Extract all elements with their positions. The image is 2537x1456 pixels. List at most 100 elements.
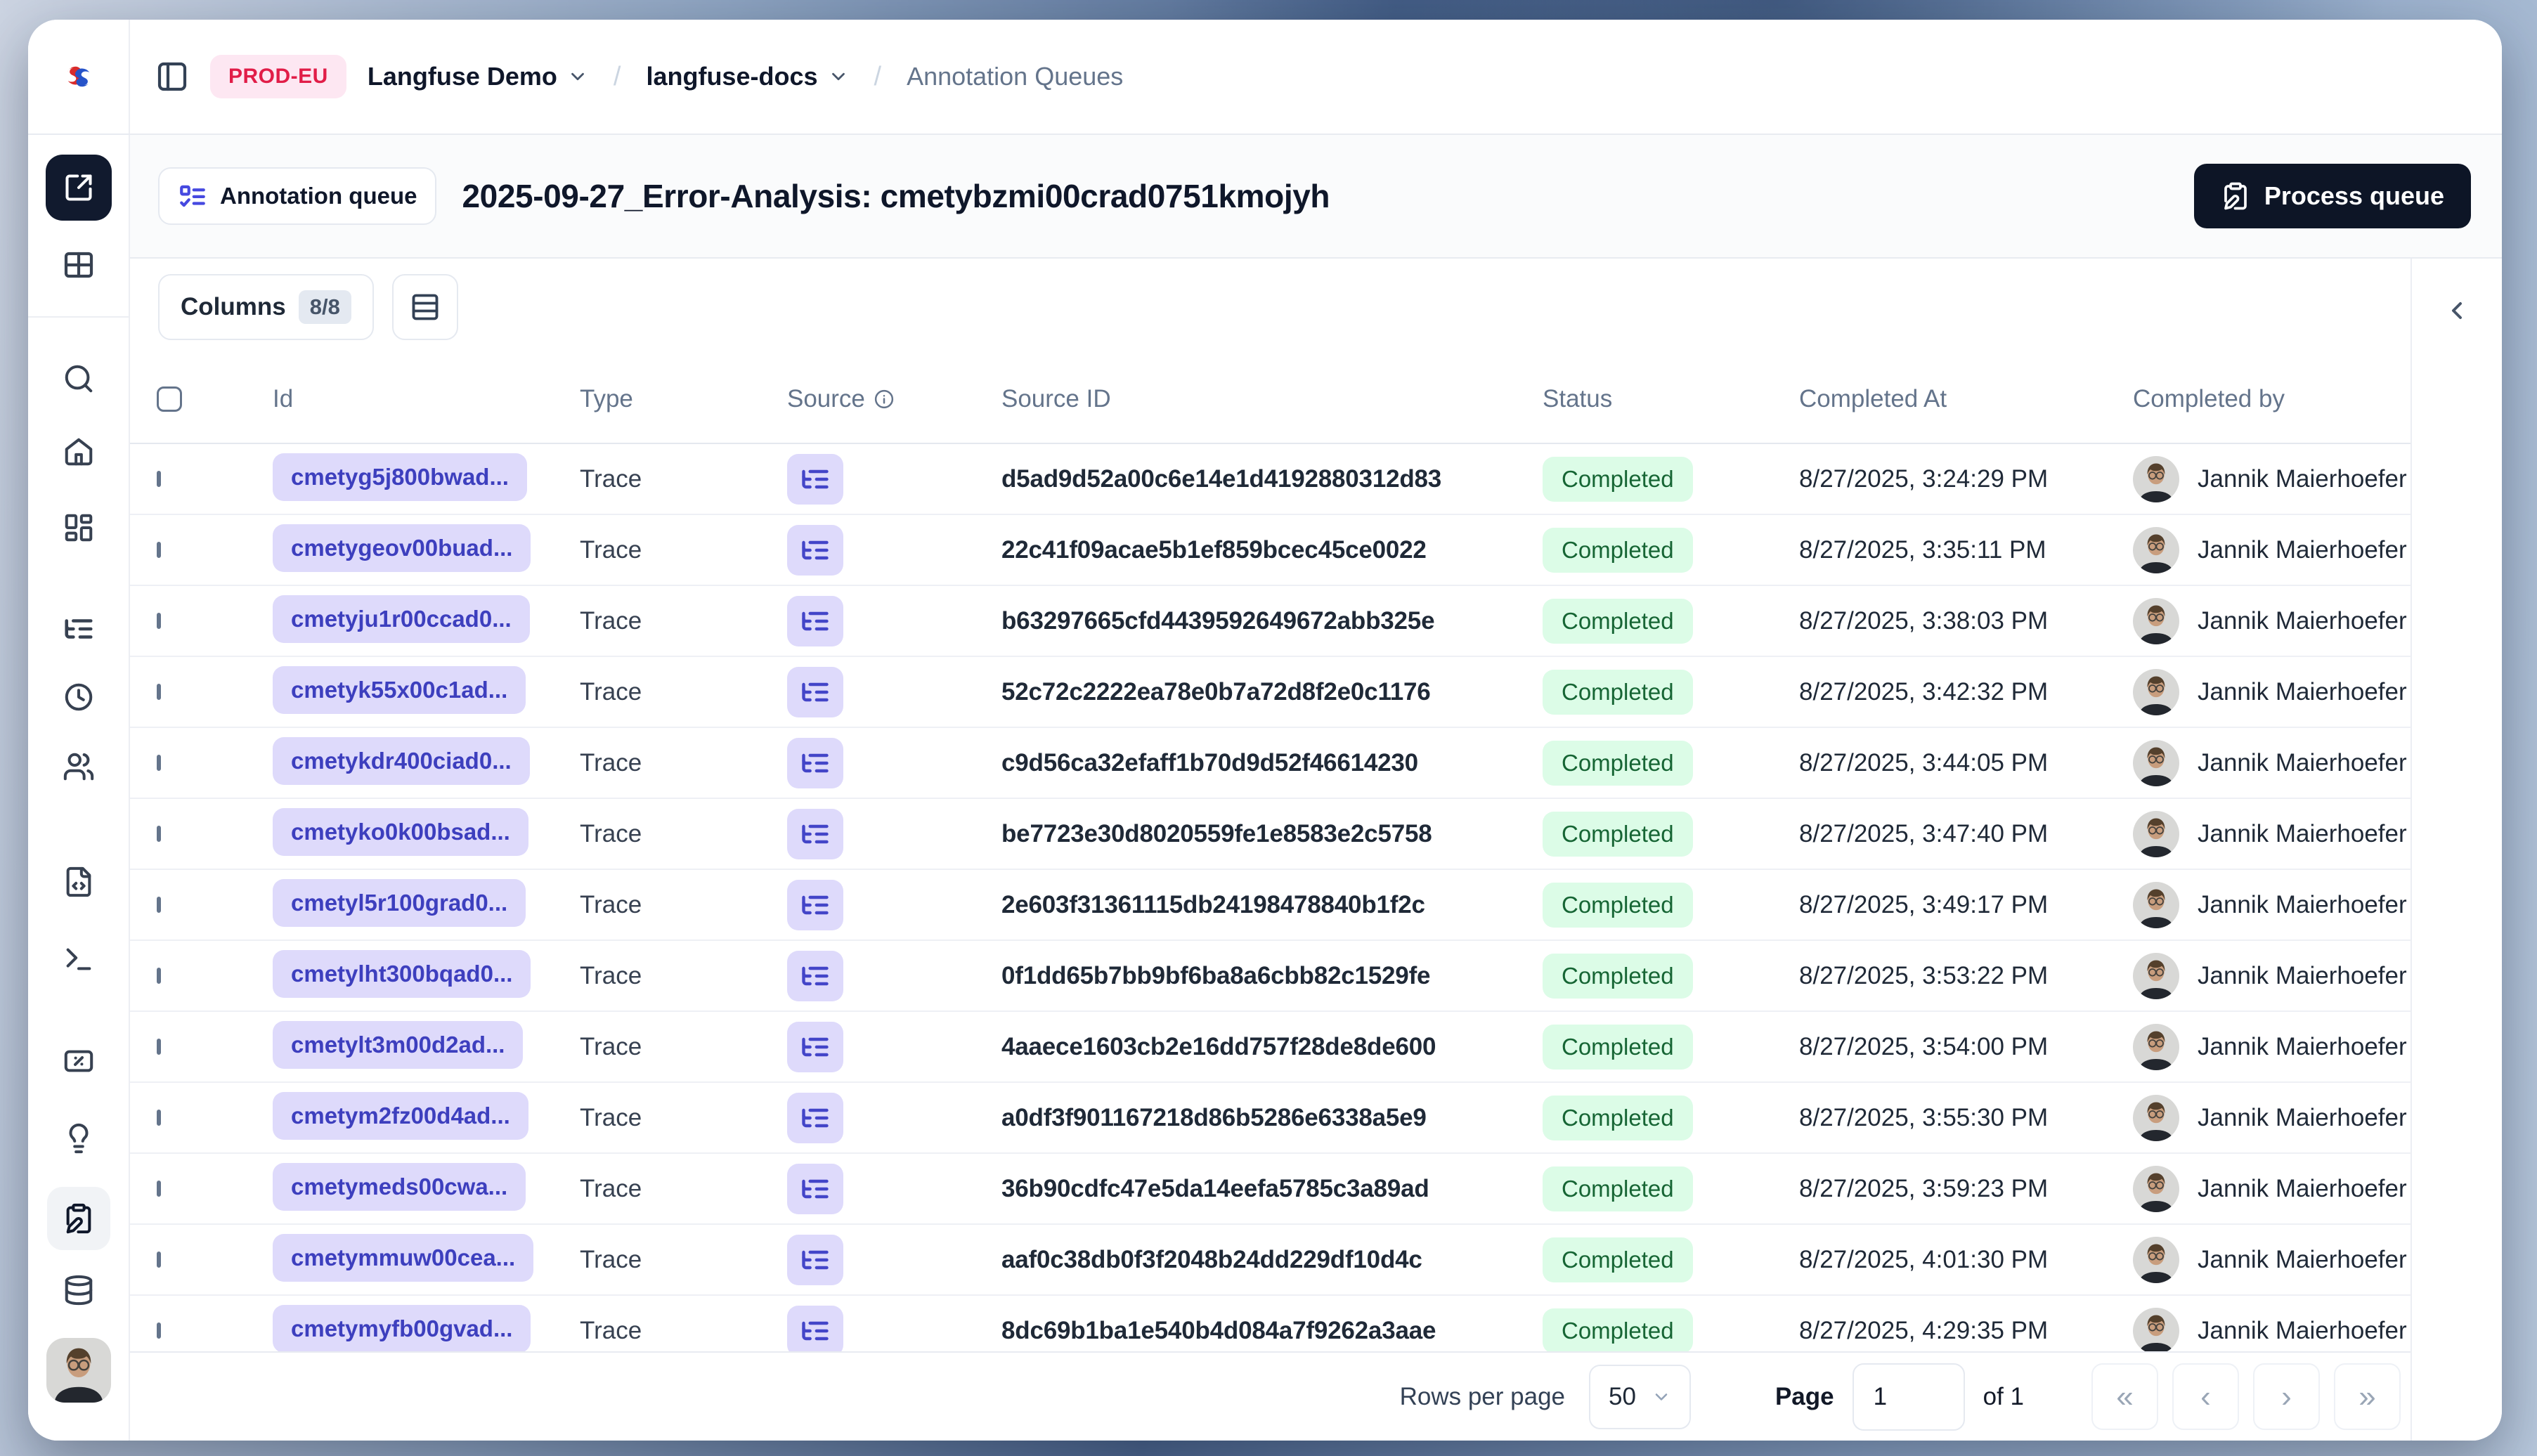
item-id-link[interactable]: cmetylt3m00d2ad... (273, 1021, 524, 1069)
page-title: 2025-09-27_Error-Analysis: cmetybzmi00cr… (462, 178, 1330, 214)
open-in-new-button[interactable] (45, 155, 112, 221)
first-page-button[interactable]: « (2091, 1363, 2158, 1430)
row-checkbox[interactable] (157, 470, 161, 487)
table-row[interactable]: cmetymyfb00gvad... Trace 8dc69b1ba1e540b… (130, 1296, 2411, 1351)
row-checkbox[interactable] (157, 1038, 161, 1055)
sidebar-item-traces[interactable] (63, 613, 95, 645)
row-checkbox[interactable] (157, 967, 161, 984)
sidebar-item-sessions[interactable] (63, 681, 95, 713)
table-row[interactable]: cmetym2fz00d4ad... Trace a0df3f901167218… (130, 1083, 2411, 1154)
source-trace-button[interactable] (787, 950, 843, 1001)
source-trace-button[interactable] (787, 737, 843, 788)
page-number-input[interactable] (1852, 1363, 1965, 1431)
sidebar-item-playground[interactable] (63, 943, 95, 975)
sidebar-item-search[interactable] (63, 363, 95, 395)
sidebar-toggle-button[interactable] (155, 60, 189, 93)
columns-button[interactable]: Columns 8/8 (158, 274, 374, 340)
source-trace-button[interactable] (787, 1092, 843, 1143)
breadcrumb-project[interactable]: langfuse-docs (646, 62, 848, 91)
source-trace-button[interactable] (787, 808, 843, 859)
sidebar-item-insights[interactable] (63, 1122, 95, 1155)
item-id-link[interactable]: cmetygeov00buad... (273, 524, 531, 572)
source-trace-button[interactable] (787, 666, 843, 717)
row-checkbox[interactable] (157, 541, 161, 558)
column-header-completed-at[interactable]: Completed At (1799, 385, 2133, 413)
source-trace-button[interactable] (787, 879, 843, 930)
source-trace-button[interactable] (787, 595, 843, 646)
info-icon[interactable] (874, 389, 895, 410)
previous-page-button[interactable]: ‹ (2172, 1363, 2239, 1430)
table-row[interactable]: cmetymmuw00cea... Trace aaf0c38db0f3f204… (130, 1225, 2411, 1296)
item-id-link[interactable]: cmetymyfb00gvad... (273, 1305, 531, 1351)
table-row[interactable]: cmetylht300bqad0... Trace 0f1dd65b7bb9bf… (130, 941, 2411, 1012)
sidebar-item-tables[interactable] (62, 248, 96, 282)
row-checkbox[interactable] (157, 1251, 161, 1268)
table-row[interactable]: cmetyju1r00ccad0... Trace b63297665cfd44… (130, 586, 2411, 657)
source-trace-button[interactable] (787, 1163, 843, 1214)
row-checkbox[interactable] (157, 754, 161, 771)
item-id-link[interactable]: cmetymeds00cwa... (273, 1163, 526, 1211)
app-window: PROD-EU Langfuse Demo / langfuse-docs / … (28, 20, 2502, 1441)
column-header-source[interactable]: Source (787, 385, 1001, 413)
row-checkbox[interactable] (157, 896, 161, 913)
table-row[interactable]: cmetygeov00buad... Trace 22c41f09acae5b1… (130, 515, 2411, 586)
sidebar-item-datasets[interactable] (63, 1274, 95, 1306)
item-id-link[interactable]: cmetyju1r00ccad0... (273, 595, 530, 643)
table-row[interactable]: cmetymeds00cwa... Trace 36b90cdfc47e5da1… (130, 1154, 2411, 1225)
item-id-link[interactable]: cmetyk55x00c1ad... (273, 666, 526, 714)
last-page-button[interactable]: » (2334, 1363, 2401, 1430)
row-checkbox[interactable] (157, 1180, 161, 1197)
item-id-link[interactable]: cmetyg5j800bwad... (273, 453, 527, 501)
sidebar-item-annotation-queues[interactable] (46, 1187, 110, 1250)
row-checkbox[interactable] (157, 1322, 161, 1339)
row-checkbox[interactable] (157, 683, 161, 700)
column-header-status[interactable]: Status (1543, 385, 1799, 413)
source-trace-button[interactable] (787, 1234, 843, 1285)
row-checkbox[interactable] (157, 1109, 161, 1126)
row-checkbox[interactable] (157, 825, 161, 842)
user-avatar[interactable] (46, 1338, 111, 1403)
column-header-id[interactable]: Id (273, 385, 580, 413)
trace-tree-icon (800, 819, 831, 850)
table-row[interactable]: cmetyg5j800bwad... Trace d5ad9d52a00c6e1… (130, 444, 2411, 515)
sidebar-item-evaluations[interactable] (63, 1045, 95, 1077)
source-trace-button[interactable] (787, 453, 843, 505)
table-row[interactable]: cmetylt3m00d2ad... Trace 4aaece1603cb2e1… (130, 1012, 2411, 1083)
breadcrumb-org[interactable]: Langfuse Demo (368, 62, 588, 91)
next-page-button[interactable]: › (2253, 1363, 2320, 1430)
item-id-link[interactable]: cmetym2fz00d4ad... (273, 1092, 528, 1140)
column-header-completed-by[interactable]: Completed by (2133, 385, 2411, 413)
queue-type-badge[interactable]: Annotation queue (158, 167, 437, 225)
item-id-link[interactable]: cmetyl5r100grad0... (273, 879, 526, 927)
column-header-type[interactable]: Type (580, 385, 787, 413)
row-height-button[interactable] (391, 274, 458, 340)
item-id-link[interactable]: cmetymmuw00cea... (273, 1234, 534, 1282)
sidebar-item-home[interactable] (63, 436, 95, 468)
completed-at-value: 8/27/2025, 3:24:29 PM (1799, 464, 2049, 493)
item-id-link[interactable]: cmetyko0k00bsad... (273, 808, 528, 856)
column-header-source-id[interactable]: Source ID (1001, 385, 1543, 413)
rows-per-page-select[interactable]: 50 (1589, 1364, 1691, 1429)
table-row[interactable]: cmetyko0k00bsad... Trace be7723e30d80205… (130, 799, 2411, 870)
table-row[interactable]: cmetyl5r100grad0... Trace 2e603f31361115… (130, 870, 2411, 941)
source-trace-button[interactable] (787, 1305, 843, 1351)
item-id-link[interactable]: cmetykdr400ciad0... (273, 737, 530, 785)
sidebar-item-users[interactable] (63, 750, 95, 783)
table-row[interactable]: cmetykdr400ciad0... Trace c9d56ca32efaff… (130, 728, 2411, 799)
expand-panel-button[interactable] (2432, 297, 2481, 346)
select-all-checkbox[interactable] (157, 386, 182, 412)
item-id-link[interactable]: cmetylht300bqad0... (273, 950, 531, 998)
completed-at-value: 8/27/2025, 3:44:05 PM (1799, 748, 2049, 776)
completed-by-name: Jannik Maierhoefer (2198, 748, 2407, 776)
table-row[interactable]: cmetyk55x00c1ad... Trace 52c72c2222ea78e… (130, 657, 2411, 728)
completed-by-name: Jannik Maierhoefer (2198, 677, 2407, 706)
sidebar-item-dashboards[interactable] (63, 512, 95, 544)
sidebar-item-prompts[interactable] (63, 866, 95, 898)
source-trace-button[interactable] (787, 524, 843, 576)
process-queue-button[interactable]: Process queue (2193, 164, 2471, 228)
source-id-value: a0df3f901167218d86b5286e6338a5e9 (1001, 1103, 1427, 1131)
item-type: Trace (580, 748, 642, 776)
source-trace-button[interactable] (787, 1021, 843, 1072)
row-checkbox[interactable] (157, 612, 161, 629)
environment-badge[interactable]: PROD-EU (210, 55, 346, 98)
